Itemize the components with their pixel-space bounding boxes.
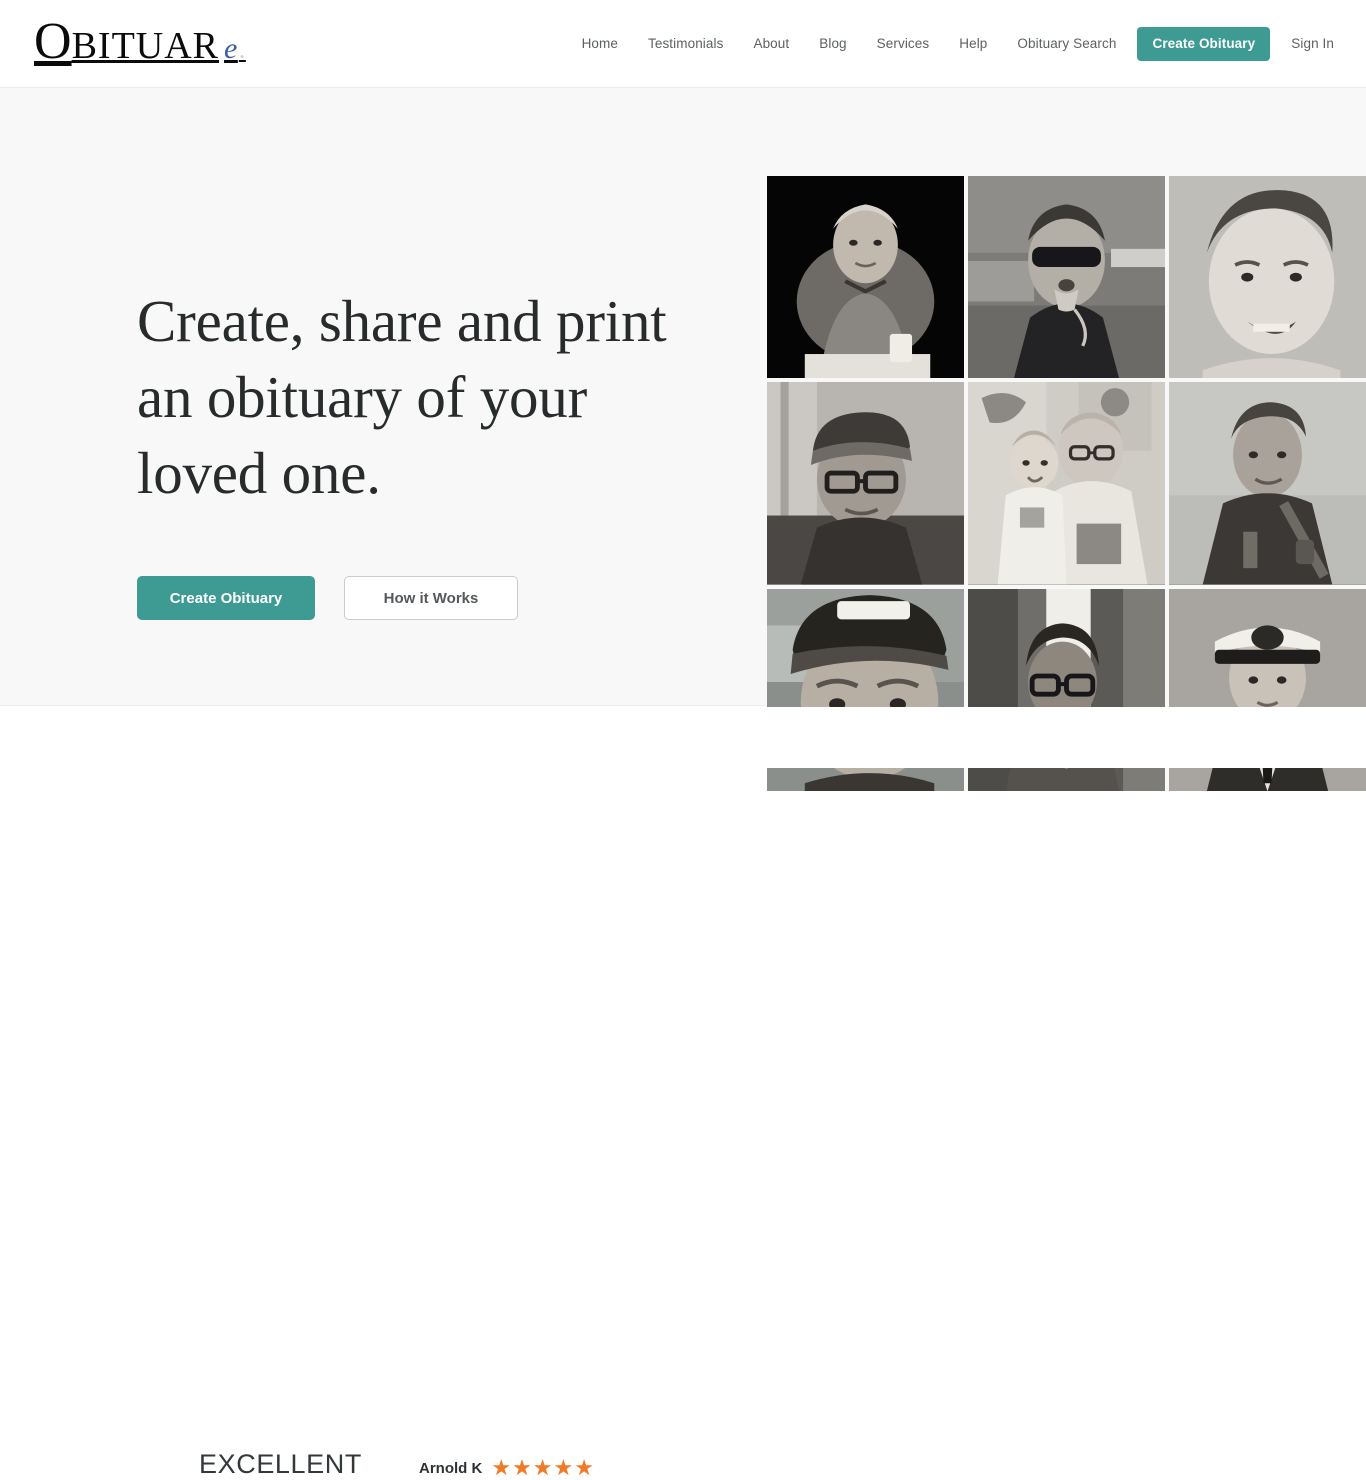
nav-sign-in-link[interactable]: Sign In <box>1276 37 1344 51</box>
nav-item-testimonials[interactable]: Testimonials <box>633 37 738 51</box>
hero-copy: Create, share and print an obituary of y… <box>137 283 697 511</box>
hero-create-obituary-button[interactable]: Create Obituary <box>137 576 315 620</box>
star-icon: ★ <box>512 1455 532 1480</box>
nav-item-services[interactable]: Services <box>862 37 945 51</box>
hero-section: Create, share and print an obituary of y… <box>0 88 1366 791</box>
logo-dot: . <box>238 35 246 64</box>
nav-item-blog[interactable]: Blog <box>804 37 861 51</box>
nav-item-help[interactable]: Help <box>944 37 1002 51</box>
logo-wordmark: BITUAR <box>71 25 220 67</box>
photo-tile-man-with-sunglasses <box>968 176 1165 379</box>
logo-accent-letter: e <box>224 32 238 65</box>
reviewer-name: Arnold K <box>419 1459 483 1477</box>
photo-tile-elderly-woman-at-table <box>767 176 964 379</box>
photo-tile-man-with-cap-and-glasses <box>767 382 964 585</box>
hero-headline: Create, share and print an obituary of y… <box>137 288 667 506</box>
photo-tile-man-holding-toddler <box>968 382 1165 585</box>
review-rating-word: EXCELLENT <box>199 1449 362 1479</box>
site-logo[interactable]: O BITUAR e. <box>34 16 246 68</box>
nav-item-home[interactable]: Home <box>567 37 633 51</box>
star-icon: ★ <box>574 1455 594 1480</box>
hero-how-it-works-button[interactable]: How it Works <box>344 576 518 620</box>
nav-item-about[interactable]: About <box>738 37 804 51</box>
star-icon: ★ <box>532 1455 553 1480</box>
logo-initial-letter: O <box>34 13 72 70</box>
photo-tile-young-man-portrait <box>1169 176 1366 379</box>
nav-item-obituary-search[interactable]: Obituary Search <box>1002 37 1131 51</box>
photo-tile-man-with-shoulder-strap <box>1169 382 1366 585</box>
review-strip: EXCELLENT Arnold K ★ ★ ★ ★ ★ <box>0 707 1366 1479</box>
hero-action-buttons: Create Obituary How it Works <box>137 576 518 620</box>
review-item: Arnold K ★ ★ ★ ★ ★ <box>419 1457 594 1479</box>
nav-create-obituary-button[interactable]: Create Obituary <box>1137 27 1271 61</box>
star-icon: ★ <box>553 1455 574 1480</box>
star-icon: ★ <box>491 1455 512 1480</box>
star-rating: ★ ★ ★ ★ ★ <box>491 1457 594 1479</box>
hero-photo-collage <box>767 176 1366 791</box>
main-navigation: Home Testimonials About Blog Services He… <box>567 0 1344 88</box>
site-header: O BITUAR e. Home Testimonials About Blog S… <box>0 0 1366 88</box>
